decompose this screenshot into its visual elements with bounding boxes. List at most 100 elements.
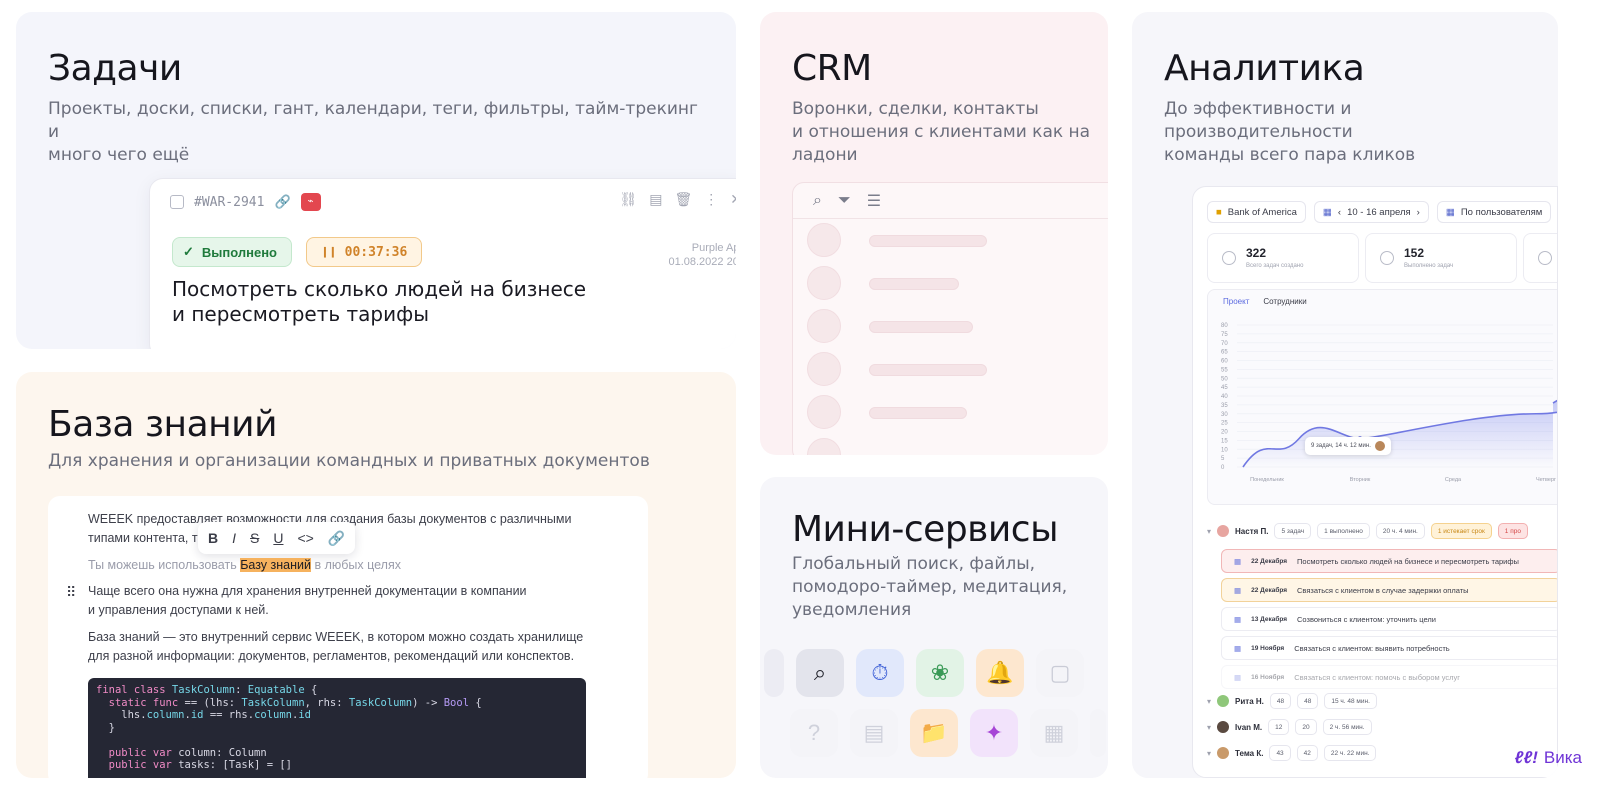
calendar-icon[interactable]: ▦ — [1030, 709, 1078, 757]
task-card-preview: #WAR-2941 🔗 ⌁ ⛓ ▤ 🗑 ⋮ ✕ ✓ Выполнено ❙❙ 0… — [149, 178, 736, 349]
crm-contact-row — [807, 223, 1107, 257]
analytics-subtitle: До эффективности и производительности ком… — [1164, 99, 1416, 165]
task-row[interactable]: ▦ 19 Ноября Связаться с клиентом: выявить … — [1221, 636, 1557, 660]
help-icon[interactable]: ? — [790, 709, 838, 757]
check-circle-icon — [1380, 251, 1394, 265]
x-tick-label: Понедельник — [1250, 477, 1284, 483]
drag-handle-icon[interactable]: ⠿ — [66, 584, 76, 601]
search-icon[interactable]: ⌕ — [796, 649, 844, 697]
strike-icon[interactable]: S — [250, 530, 259, 546]
grid-icon: ▦ — [1445, 206, 1455, 218]
crm-contact-row — [807, 395, 1107, 429]
task-row[interactable]: ▦ 16 Ноября Связаться с клиентом: помочь с… — [1221, 665, 1557, 689]
crm-preview: ⌕ ⏷ ☰ — [792, 182, 1108, 455]
y-tick-label: 80 — [1221, 323, 1228, 329]
text-format-toolbar: B I S U <> 🔗 — [198, 522, 356, 554]
calendar-icon: ▦ — [1234, 614, 1242, 624]
task-text: Связаться с клиентом: помочь с выбором у… — [1294, 672, 1461, 682]
subtasks-icon[interactable]: ⛓ — [619, 191, 637, 208]
task-id: #WAR-2941 — [194, 194, 265, 210]
highlighted-text: Базу знаний — [240, 558, 311, 572]
y-tick-label: 5 — [1221, 456, 1225, 462]
folder-icon[interactable]: 📁 — [910, 709, 958, 757]
search-icon[interactable]: ⌕ — [813, 192, 822, 210]
link-icon[interactable]: 🔗 — [328, 530, 345, 547]
task-checkbox[interactable] — [170, 195, 184, 209]
note-icon[interactable]: ▢ — [1036, 649, 1084, 697]
italic-icon[interactable]: I — [232, 530, 236, 546]
stat-time — [1523, 233, 1557, 283]
task-row[interactable]: ▦ 13 Декабря Созвониться с клиентом: уточн… — [1221, 607, 1557, 631]
check-circle-icon: ✓ — [183, 244, 194, 259]
notification-bell-icon[interactable]: 🔔 — [976, 649, 1024, 697]
y-tick-label: 25 — [1221, 421, 1228, 427]
more-icon[interactable]: ⋮ — [704, 191, 718, 208]
x-tick-label: Вторник — [1350, 477, 1371, 483]
employee-row[interactable]: ▾ Ivan M. 12 20 2 ч. 56 мин. — [1207, 717, 1372, 737]
settings-sliders-icon[interactable]: ☰ — [867, 191, 881, 211]
filter-icon[interactable]: ⏷ — [838, 192, 851, 210]
bold-icon[interactable]: B — [208, 530, 218, 546]
mini-services-card[interactable]: Мини-сервисы Глобальный поиск, файлы, пом… — [760, 477, 1108, 778]
kb-paragraph-2: Ты можешь использовать Базу знаний в люб… — [88, 558, 401, 572]
code-icon[interactable]: <> — [297, 530, 313, 546]
tasks-subtitle: Проекты, доски, списки, гант, календари,… — [48, 99, 698, 165]
group-by-selector[interactable]: ▦ По пользователям — [1436, 201, 1552, 223]
document-icon[interactable]: ▤ — [850, 709, 898, 757]
task-row[interactable]: ▦ 22 Декабря Посмотреть сколько людей на б… — [1221, 549, 1557, 573]
knowledge-base-card[interactable]: База знаний Для хранения и организации к… — [16, 372, 736, 778]
mini-subtitle: Глобальный поиск, файлы, помодоро-таймер,… — [792, 554, 1068, 620]
underline-icon[interactable]: U — [273, 530, 283, 546]
analytics-title: Аналитика — [1164, 48, 1365, 89]
tab-project[interactable]: Проект — [1223, 297, 1249, 306]
avatar — [1374, 441, 1385, 451]
timer-icon[interactable]: ⏱ — [856, 649, 904, 697]
avatar — [1217, 721, 1230, 733]
stat-tasks-created: 322 Всего задач создано — [1207, 233, 1359, 283]
employee-row[interactable]: ▾ Тема К. 43 42 22 ч. 22 мин. — [1207, 743, 1377, 763]
chart-tooltip: 9 задач, 14 ч. 12 мин. — [1305, 437, 1391, 455]
crm-contact-row — [807, 438, 1107, 455]
timer-badge[interactable]: ❙❙ 00:37:36 — [306, 237, 423, 267]
y-tick-label: 60 — [1221, 359, 1228, 365]
trash-icon[interactable]: 🗑 — [674, 191, 692, 208]
date-range-selector[interactable]: ▦ ‹ 10 - 16 апреля › — [1313, 201, 1429, 223]
assistant-widget[interactable]: ℓℓ! Вика — [1515, 748, 1582, 768]
analytics-preview: ■ Bank of America ▦ ‹ 10 - 16 апреля › ▦ По п… — [1192, 186, 1558, 778]
task-row[interactable]: ▦ 22 Декабря Связаться с клиентом в случае… — [1221, 578, 1557, 602]
sparkles-icon[interactable]: ✦ — [970, 709, 1018, 757]
calendar-icon: ▦ — [1234, 585, 1242, 595]
task-date: 16 Ноября — [1251, 673, 1285, 681]
close-icon[interactable]: ✕ — [730, 191, 736, 208]
employee-row[interactable]: ▾ Настя П. 5 задач 1 выполнено 20 ч. 4 м… — [1207, 521, 1528, 541]
tasks-card[interactable]: Задачи Проекты, доски, списки, гант, кал… — [16, 12, 736, 349]
workload-chart: 80757065605550454035302520151050Понедель… — [1221, 323, 1557, 483]
employee-row[interactable]: ▾ Рита Н. 48 48 15 ч. 48 мин. — [1207, 691, 1377, 711]
crm-card[interactable]: CRM Воронки, сделки, контакты и отношения… — [760, 12, 1108, 455]
analytics-card[interactable]: Аналитика До эффективности и производите… — [1132, 12, 1558, 778]
clock-icon — [1538, 251, 1552, 265]
partial-tile — [1090, 709, 1106, 757]
y-tick-label: 10 — [1221, 447, 1228, 453]
y-tick-label: 75 — [1221, 332, 1228, 338]
company-selector[interactable]: ■ Bank of America — [1207, 201, 1306, 223]
y-tick-label: 0 — [1221, 465, 1225, 471]
task-date: 13 Декабря — [1251, 615, 1288, 623]
task-text: Посмотреть сколько людей на бизнесе и пе… — [1297, 556, 1519, 566]
copy-icon[interactable]: ▤ — [649, 191, 662, 208]
kb-paragraph-4: База знаний — это внутренний сервис WEEE… — [88, 630, 584, 663]
x-tick-label: Среда — [1445, 477, 1462, 483]
tasks-title: Задачи — [48, 48, 182, 89]
calendar-icon: ▦ — [1234, 556, 1242, 566]
tab-employees[interactable]: Сотрудники — [1263, 297, 1306, 306]
vika-logo-icon: ℓℓ! — [1514, 748, 1538, 767]
kb-document-preview: WEEEK предоставляет возможности для созд… — [48, 496, 648, 778]
kb-subtitle: Для хранения и организации командных и п… — [48, 451, 650, 471]
y-tick-label: 45 — [1221, 385, 1228, 391]
kb-title: База знаний — [48, 404, 277, 445]
y-tick-label: 15 — [1221, 438, 1228, 444]
priority-icon[interactable]: ⌁ — [300, 193, 321, 211]
status-badge[interactable]: ✓ Выполнено — [172, 237, 292, 267]
task-date: 22 Декабря — [1251, 557, 1288, 565]
meditation-icon[interactable]: ❀ — [916, 649, 964, 697]
